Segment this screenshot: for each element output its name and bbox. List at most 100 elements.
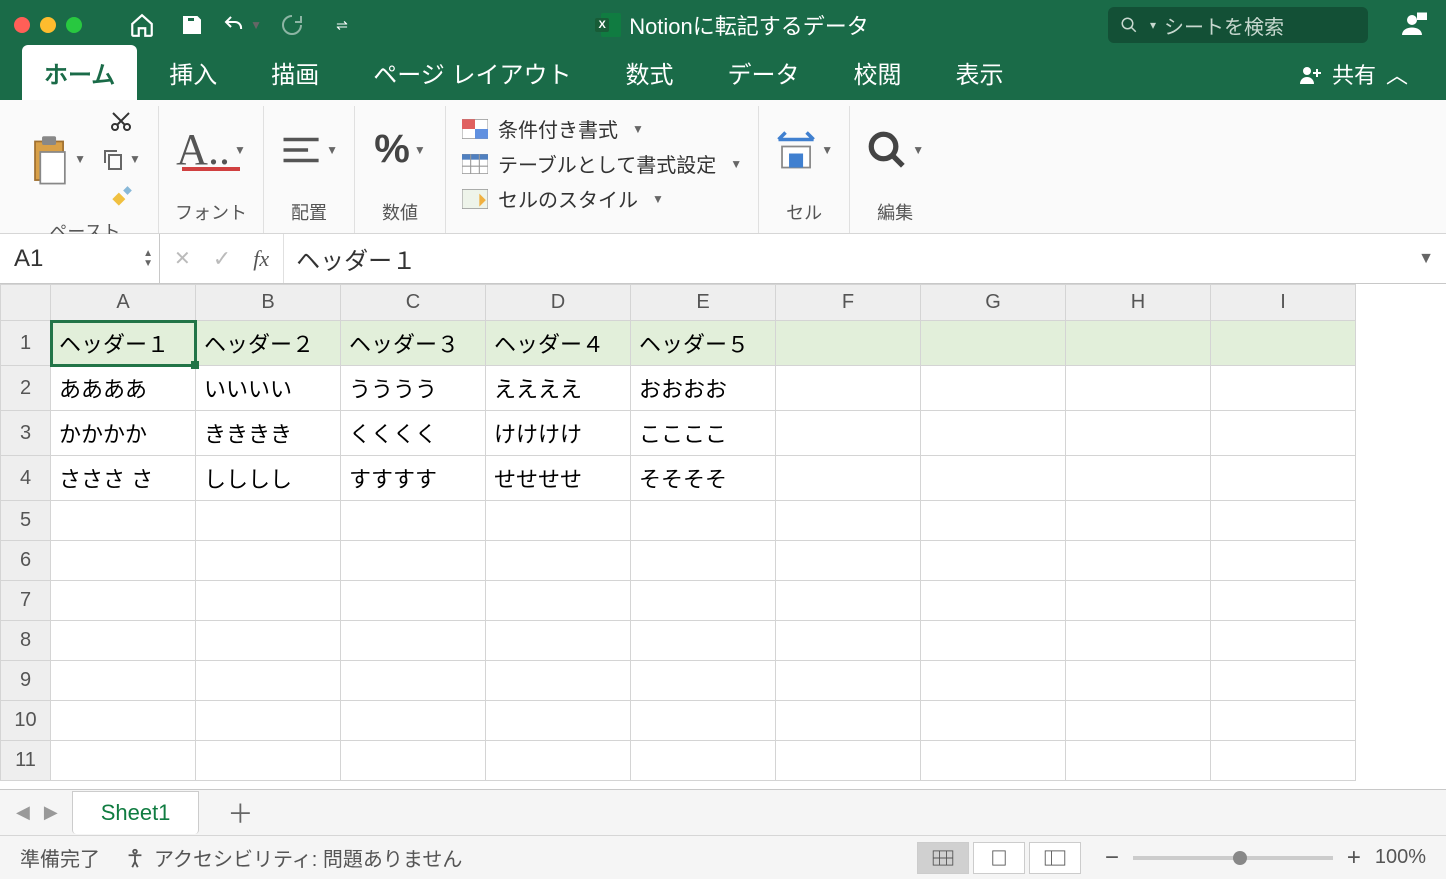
cell[interactable] [631, 501, 776, 541]
cell[interactable] [1066, 541, 1211, 581]
cell[interactable] [1211, 456, 1356, 501]
cell[interactable] [51, 501, 196, 541]
cell[interactable] [921, 366, 1066, 411]
cell[interactable] [1211, 501, 1356, 541]
cell[interactable] [341, 701, 486, 741]
row-header[interactable]: 8 [1, 621, 51, 661]
cancel-formula-icon[interactable]: ✕ [174, 246, 191, 271]
tab-draw[interactable]: 描画 [249, 45, 341, 100]
cell[interactable]: しししし [196, 456, 341, 501]
cell[interactable] [341, 741, 486, 781]
row-header[interactable]: 7 [1, 581, 51, 621]
row-header[interactable]: 1 [1, 321, 51, 366]
format-painter-icon[interactable] [100, 182, 142, 212]
cell[interactable] [776, 411, 921, 456]
sheet-prev-icon[interactable]: ◀ [16, 802, 30, 823]
cell[interactable] [921, 661, 1066, 701]
collapse-ribbon-icon[interactable]: ︿ [1386, 58, 1408, 90]
row-header[interactable]: 10 [1, 701, 51, 741]
cell[interactable] [486, 621, 631, 661]
cell[interactable] [486, 541, 631, 581]
paste-button[interactable]: ▼ [28, 130, 86, 188]
cell[interactable]: すすすす [341, 456, 486, 501]
cell[interactable] [921, 501, 1066, 541]
cell[interactable] [196, 621, 341, 661]
cell[interactable] [776, 501, 921, 541]
cell[interactable] [776, 701, 921, 741]
cell[interactable]: そそそそ [631, 456, 776, 501]
cut-icon[interactable] [100, 106, 142, 136]
zoom-in-button[interactable]: + [1347, 844, 1361, 872]
find-button[interactable]: ▼ [866, 121, 924, 179]
row-header[interactable]: 6 [1, 541, 51, 581]
cell[interactable] [196, 701, 341, 741]
name-box[interactable]: A1 ▲▼ [0, 234, 160, 283]
cell[interactable] [341, 541, 486, 581]
customize-qat-icon[interactable]: ⇌ [322, 7, 362, 43]
cell[interactable] [341, 581, 486, 621]
row-header[interactable]: 4 [1, 456, 51, 501]
sheet-next-icon[interactable]: ▶ [44, 802, 58, 823]
cell[interactable] [631, 701, 776, 741]
row-header[interactable]: 9 [1, 661, 51, 701]
cell[interactable]: いいいい [196, 366, 341, 411]
cell[interactable] [921, 741, 1066, 781]
zoom-level[interactable]: 100% [1375, 846, 1426, 869]
search-input[interactable]: ▾ シートを検索 [1108, 7, 1368, 43]
conditional-formatting-button[interactable]: 条件付き書式▼ [462, 114, 742, 143]
cell[interactable] [921, 621, 1066, 661]
cell[interactable]: ヘッダー５ [631, 321, 776, 366]
cell[interactable] [486, 701, 631, 741]
cell[interactable] [51, 621, 196, 661]
cell[interactable]: ヘッダー３ [341, 321, 486, 366]
accessibility-status[interactable]: アクセシビリティ: 問題ありません [124, 843, 462, 872]
cell[interactable] [1066, 456, 1211, 501]
redo-icon[interactable] [272, 7, 312, 43]
cell[interactable] [921, 456, 1066, 501]
cell[interactable] [341, 501, 486, 541]
cell[interactable] [921, 411, 1066, 456]
column-header[interactable]: E [631, 285, 776, 321]
cell[interactable] [51, 581, 196, 621]
tab-view[interactable]: 表示 [933, 45, 1025, 100]
cell[interactable] [1211, 621, 1356, 661]
cell[interactable] [776, 456, 921, 501]
column-header[interactable]: A [51, 285, 196, 321]
cell-styles-button[interactable]: セルのスタイル▼ [462, 184, 742, 213]
cell[interactable]: くくくく [341, 411, 486, 456]
cell[interactable] [1211, 411, 1356, 456]
home-icon[interactable] [122, 7, 162, 43]
cell[interactable] [196, 541, 341, 581]
cell[interactable]: ヘッダー２ [196, 321, 341, 366]
cell[interactable]: さささ さ [51, 456, 196, 501]
alignment-button[interactable]: ▼ [280, 121, 338, 179]
cell[interactable] [1211, 581, 1356, 621]
maximize-window[interactable] [66, 17, 82, 33]
cell[interactable]: かかかか [51, 411, 196, 456]
column-header[interactable]: B [196, 285, 341, 321]
cell[interactable] [631, 741, 776, 781]
cell[interactable] [1211, 366, 1356, 411]
cell[interactable] [341, 661, 486, 701]
fx-icon[interactable]: fx [253, 246, 269, 272]
cell[interactable] [51, 741, 196, 781]
normal-view-button[interactable] [917, 842, 969, 874]
tab-insert[interactable]: 挿入 [147, 45, 239, 100]
page-layout-view-button[interactable] [973, 842, 1025, 874]
tab-data[interactable]: データ [705, 45, 821, 100]
tab-formulas[interactable]: 数式 [603, 45, 695, 100]
cell[interactable]: ヘッダー４ [486, 321, 631, 366]
spreadsheet-grid[interactable]: ABCDEFGHI 1ヘッダー１ヘッダー２ヘッダー３ヘッダー４ヘッダー５2あああ… [0, 284, 1446, 789]
account-icon[interactable] [1392, 5, 1432, 45]
cell[interactable] [486, 661, 631, 701]
cell[interactable] [776, 661, 921, 701]
zoom-slider[interactable] [1133, 856, 1333, 860]
cell[interactable]: ああああ [51, 366, 196, 411]
cell[interactable] [1066, 621, 1211, 661]
row-header[interactable]: 2 [1, 366, 51, 411]
cell[interactable] [1066, 661, 1211, 701]
cell[interactable] [1066, 581, 1211, 621]
share-button[interactable]: 共有 ︿ [1282, 48, 1424, 100]
cell[interactable] [921, 321, 1066, 366]
cell[interactable] [196, 581, 341, 621]
